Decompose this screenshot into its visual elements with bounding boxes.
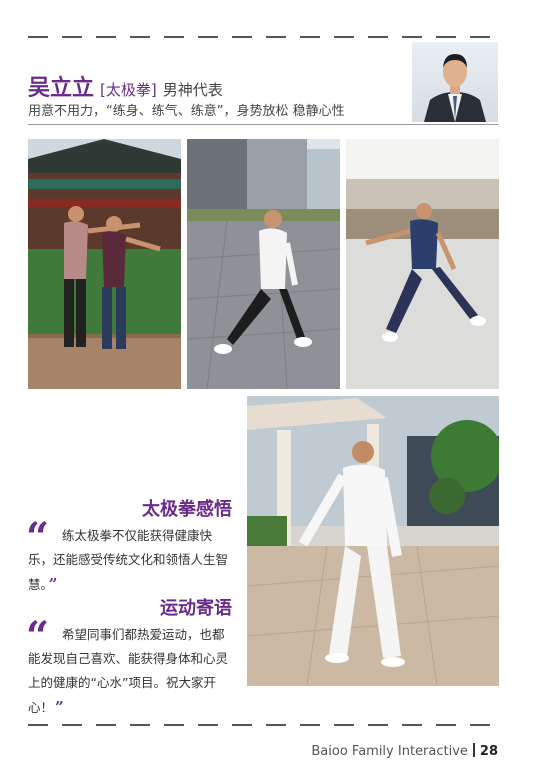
section-title-insight: 太极拳感悟 [142,499,232,520]
section-text-insight: 练太极拳不仅能获得健康快乐，还能感受传统文化和领悟人生智慧。” [28,524,236,597]
photo-pavilion-white-outfit [247,396,499,686]
photo-plaza-stance [187,139,340,389]
close-quote-icon: ” [55,698,64,716]
footer-separator [472,743,475,757]
close-quote-icon: ” [48,575,58,593]
top-dashed-divider [28,36,498,38]
photo-palace-pair-practice [28,139,181,389]
person-name: 吴立立 [28,76,95,101]
portrait-photo [412,42,498,122]
insight-text: 练太极拳不仅能获得健康快乐，还能感受传统文化和领悟人生智慧。 [28,528,229,592]
photo-courtyard-stance [346,139,499,389]
company-name: Baioo Family Interactive [311,744,468,759]
person-role: 男神代表 [162,81,223,99]
section-title-message: 运动寄语 [160,598,232,619]
profile-heading: 吴立立 [太极拳] 男神代表 [28,70,223,102]
section-text-message: 希望同事们都热爱运动，也都能发现自己喜欢、能获得身体和心灵上的健康的“心水”项目… [28,623,236,720]
bottom-dashed-divider [28,724,498,726]
page-footer: Baioo Family Interactive 28 [311,743,498,759]
sport-category: [太极拳] [100,81,157,99]
motto-text: 用意不用力，“练身、练气、练意”，身势放松 稳静心性 [28,104,345,119]
page-number: 28 [479,744,498,759]
header-divider [28,124,498,125]
